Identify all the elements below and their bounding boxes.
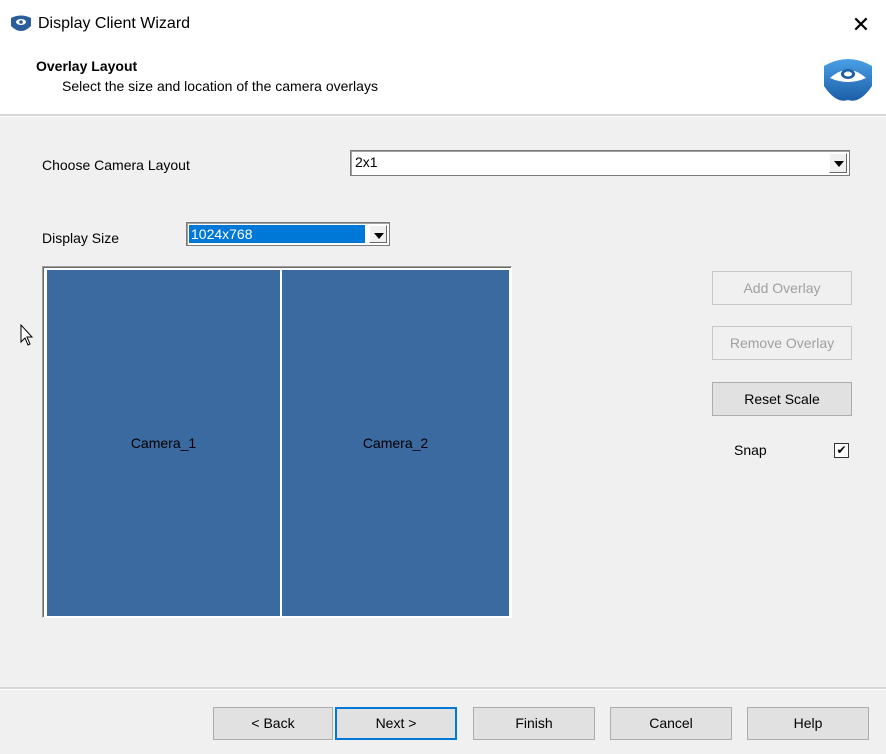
add-overlay-button[interactable]: Add Overlay [712, 271, 852, 305]
camera-layout-select[interactable]: 2x1 [350, 150, 850, 176]
snap-checkbox[interactable]: ✔ [834, 443, 849, 458]
reset-scale-button[interactable]: Reset Scale [712, 382, 852, 416]
next-button[interactable]: Next > [335, 707, 457, 740]
camera-overlay[interactable]: Camera_2 [281, 269, 510, 617]
remove-overlay-button[interactable]: Remove Overlay [712, 326, 852, 360]
page-title: Overlay Layout [36, 58, 138, 74]
help-button[interactable]: Help [747, 707, 869, 740]
close-icon[interactable]: ✕ [845, 9, 877, 41]
display-size-label: Display Size [42, 230, 120, 246]
header-divider [0, 114, 886, 117]
checkmark-icon: ✔ [836, 443, 847, 457]
chevron-down-icon[interactable] [369, 225, 387, 243]
camera-layout-value: 2x1 [355, 154, 378, 170]
mask-icon [824, 59, 872, 101]
window-title: Display Client Wizard [38, 15, 191, 32]
display-size-value: 1024x768 [189, 225, 365, 243]
camera-layout-label: Choose Camera Layout [42, 157, 190, 173]
camera-overlay[interactable]: Camera_1 [46, 269, 281, 617]
mouse-pointer-icon [20, 324, 34, 346]
camera-label: Camera_2 [362, 435, 429, 451]
chevron-down-icon[interactable] [829, 153, 847, 173]
mask-icon [11, 15, 31, 31]
display-size-select[interactable]: 1024x768 [186, 222, 390, 246]
snap-label: Snap [734, 442, 767, 458]
finish-button[interactable]: Finish [473, 707, 595, 740]
camera-label: Camera_1 [130, 435, 197, 451]
footer-divider [0, 687, 886, 690]
page-subtitle: Select the size and location of the came… [62, 78, 378, 94]
cancel-button[interactable]: Cancel [610, 707, 732, 740]
back-button[interactable]: < Back [213, 707, 333, 740]
